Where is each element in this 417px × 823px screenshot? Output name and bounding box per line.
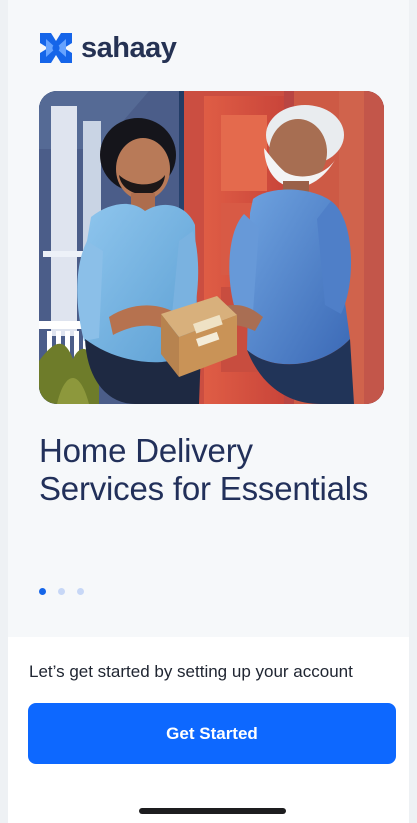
carousel-dot[interactable] bbox=[77, 588, 84, 595]
carousel-indicator bbox=[39, 588, 84, 595]
sahaay-logo-icon bbox=[40, 33, 72, 63]
setup-message: Let’s get started by setting up your acc… bbox=[29, 662, 353, 681]
home-indicator bbox=[139, 808, 286, 814]
carousel-dot[interactable] bbox=[58, 588, 65, 595]
get-started-button[interactable]: Get Started bbox=[28, 703, 396, 764]
hero-image bbox=[39, 91, 384, 404]
right-edge bbox=[409, 0, 417, 823]
onboarding-screen: sahaay Home Delivery Services for Essent… bbox=[0, 0, 417, 823]
delivery-illustration bbox=[39, 91, 384, 404]
left-edge bbox=[0, 0, 8, 823]
onboarding-title: Home Delivery Services for Essentials bbox=[39, 432, 369, 507]
brand-name: sahaay bbox=[81, 32, 177, 64]
carousel-dot-active[interactable] bbox=[39, 588, 46, 595]
brand-header: sahaay bbox=[39, 31, 177, 65]
